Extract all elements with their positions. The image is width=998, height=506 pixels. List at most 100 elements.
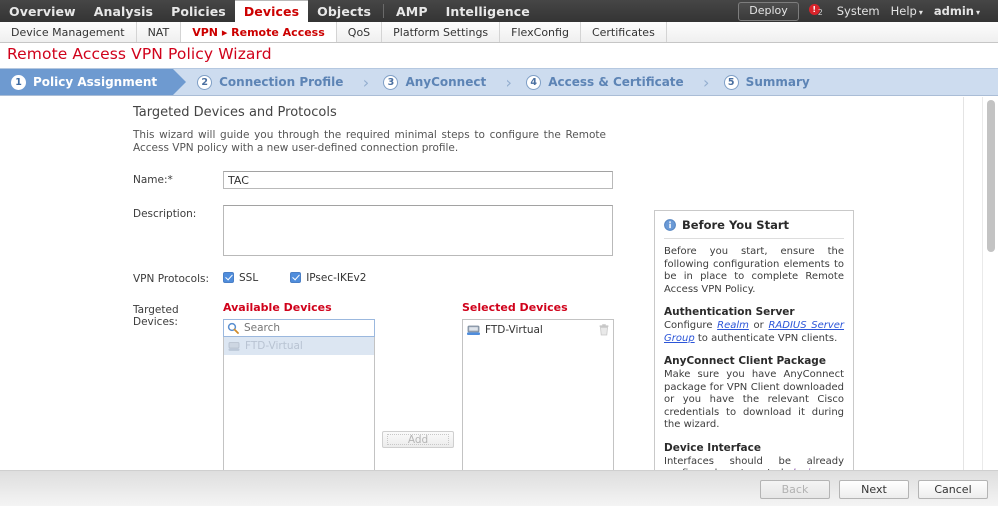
list-item-label: FTD-Virtual — [245, 340, 303, 352]
list-item-label: FTD-Virtual — [485, 324, 543, 336]
subnav-item-certificates[interactable]: Certificates — [581, 22, 667, 42]
primary-navigation-bar: Overview Analysis Policies Devices Objec… — [0, 0, 998, 22]
wizard-step-access-certificate[interactable]: 4 Access & Certificate — [515, 69, 699, 95]
before-you-start-panel: Before You Start Before you start, ensur… — [654, 210, 854, 470]
chevron-down-icon: ▾ — [918, 8, 923, 17]
step-label: AnyConnect — [405, 75, 487, 89]
wizard-step-anyconnect[interactable]: 3 AnyConnect — [372, 69, 502, 95]
nav-item-policies[interactable]: Policies — [162, 0, 235, 22]
application-window: Overview Analysis Policies Devices Objec… — [0, 0, 998, 506]
nav-divider — [383, 4, 385, 18]
wizard-step-policy-assignment[interactable]: 1 Policy Assignment — [0, 69, 187, 95]
selected-devices-header: Selected Devices — [462, 301, 568, 314]
auth-text-after: to authenticate VPN clients. — [694, 332, 838, 344]
description-label: Description: — [133, 208, 197, 220]
wizard-button-bar: Back Next Cancel — [751, 480, 988, 499]
scrollbar-thumb[interactable] — [987, 100, 995, 252]
subnav-item-flexconfig[interactable]: FlexConfig — [500, 22, 581, 42]
targeted-devices-label: Targeted Devices: — [133, 304, 179, 328]
vpn-protocols-row: VPN Protocols: SSL IPsec-IKEv2 — [133, 270, 653, 286]
back-button[interactable]: Back — [760, 480, 830, 499]
step-chevron-icon: › — [505, 72, 512, 92]
section-description: This wizard will guide you through the r… — [133, 129, 606, 154]
before-you-start-intro: Before you start, ensure the following c… — [664, 246, 844, 295]
step-chevron-icon: › — [362, 72, 370, 92]
help-menu[interactable]: Help ▾ — [891, 4, 923, 18]
protocol-ipsec-ikev2-checkbox-wrap[interactable]: IPsec-IKEv2 — [290, 272, 366, 284]
delete-icon[interactable] — [599, 324, 609, 336]
checkbox-checked-icon[interactable] — [290, 272, 302, 283]
footer-bar: Back Next Cancel — [0, 470, 998, 506]
targeted-devices-row: Targeted Devices: Available Devices Sear… — [133, 301, 653, 470]
device-interface-heading: Device Interface — [664, 441, 761, 454]
available-devices-header: Available Devices — [223, 301, 332, 314]
anyconnect-package-text: Make sure you have AnyConnect package fo… — [664, 369, 844, 430]
nav-item-overview[interactable]: Overview — [0, 0, 85, 22]
step-number: 3 — [383, 74, 399, 90]
description-form-row: Description: — [133, 205, 653, 256]
primary-nav-items: Overview Analysis Policies Devices Objec… — [0, 0, 539, 22]
nav-item-amp[interactable]: AMP — [387, 0, 437, 22]
system-menu[interactable]: System — [837, 4, 880, 18]
anyconnect-package-heading: AnyConnect Client Package — [664, 355, 826, 367]
vertical-scrollbar[interactable] — [982, 97, 998, 470]
device-interface-text: Interfaces should be already configured … — [664, 456, 844, 471]
auth-server-heading: Authentication Server — [664, 306, 795, 318]
name-input[interactable] — [223, 171, 613, 189]
checkbox-checked-icon[interactable] — [223, 272, 234, 283]
wizard-step-summary[interactable]: 5 Summary — [713, 69, 826, 95]
subnav-item-nat[interactable]: NAT — [137, 22, 182, 42]
secondary-navigation-bar: Device Management NAT VPN ▸ Remote Acces… — [0, 22, 998, 43]
device-picker-middle-column: Add — [375, 301, 462, 470]
available-devices-search-wrap — [223, 319, 375, 337]
notification-badge[interactable]: ! 2 — [808, 3, 825, 19]
nav-item-objects[interactable]: Objects — [308, 0, 380, 22]
selected-devices-list[interactable]: FTD-Virtual — [462, 319, 614, 470]
step-chevron-icon: › — [702, 72, 710, 92]
nav-item-analysis[interactable]: Analysis — [85, 0, 162, 22]
deploy-button[interactable]: Deploy — [738, 1, 799, 21]
subnav-item-vpn-remote-access[interactable]: VPN ▸ Remote Access — [181, 22, 337, 42]
realm-link[interactable]: Realm — [717, 320, 749, 331]
section-title: Targeted Devices and Protocols — [133, 105, 337, 120]
step-label: Policy Assignment — [33, 75, 158, 89]
panel-divider — [963, 97, 964, 470]
list-item[interactable]: FTD-Virtual — [463, 320, 613, 340]
step-label: Summary — [745, 75, 810, 89]
available-devices-list[interactable]: FTD-Virtual — [223, 337, 375, 470]
search-input[interactable] — [223, 319, 375, 337]
subnav-filler — [667, 22, 998, 42]
add-button[interactable]: Add — [382, 431, 454, 448]
nav-item-devices[interactable]: Devices — [234, 0, 309, 22]
subnav-item-device-management[interactable]: Device Management — [0, 22, 137, 42]
auth-text-mid: or — [748, 320, 769, 331]
vpn-protocols-label: VPN Protocols: — [133, 273, 210, 285]
step-label: Access & Certificate — [548, 75, 684, 89]
list-item[interactable]: FTD-Virtual — [224, 337, 374, 355]
notification-count: 2 — [817, 8, 823, 17]
auth-server-text: Configure Realm or RADIUS Server Group t… — [664, 320, 844, 345]
page-title: Remote Access VPN Policy Wizard — [7, 45, 272, 63]
description-textarea[interactable] — [223, 205, 613, 256]
protocol-ssl-checkbox-wrap[interactable]: SSL — [223, 272, 258, 284]
protocol-ipsec-ikev2-label: IPsec-IKEv2 — [306, 271, 367, 284]
device-picker: Available Devices Search FTD-Virtual Add… — [223, 301, 614, 470]
step-number: 4 — [526, 74, 542, 90]
cancel-button[interactable]: Cancel — [918, 480, 988, 499]
user-menu[interactable]: admin ▾ — [934, 4, 980, 18]
name-form-row: Name:* — [133, 171, 653, 189]
step-number: 1 — [11, 74, 26, 90]
wizard-step-connection-profile[interactable]: 2 Connection Profile — [186, 69, 359, 95]
wizard-step-bar: 1 Policy Assignment › 2 Connection Profi… — [0, 68, 998, 96]
main-content-area: Targeted Devices and Protocols This wiza… — [0, 97, 998, 470]
next-button[interactable]: Next — [839, 480, 909, 499]
subnav-item-platform-settings[interactable]: Platform Settings — [382, 22, 501, 42]
user-menu-label: admin — [933, 4, 974, 18]
chevron-down-icon: ▾ — [975, 8, 980, 17]
add-button-label: Add — [387, 434, 449, 446]
info-icon — [664, 219, 676, 231]
subnav-item-qos[interactable]: QoS — [337, 22, 383, 42]
before-you-start-title: Before You Start — [664, 218, 844, 239]
step-number: 2 — [197, 74, 213, 90]
nav-item-intelligence[interactable]: Intelligence — [437, 0, 539, 22]
